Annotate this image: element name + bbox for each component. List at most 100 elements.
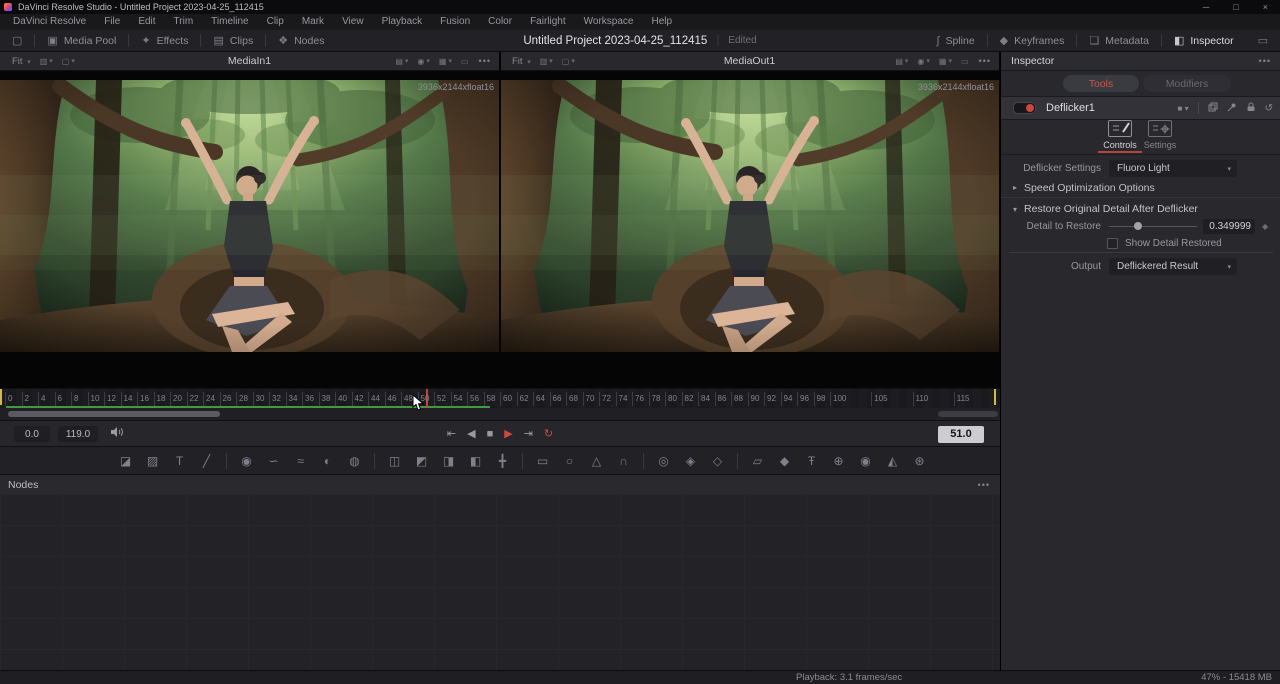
menu-clip[interactable]: Clip	[258, 14, 293, 30]
range-end-field[interactable]: 119.0	[58, 426, 98, 442]
shape-3d-tool[interactable]: ◆	[771, 454, 798, 468]
range-start-field[interactable]: 0.0	[14, 426, 50, 442]
frame-icon[interactable]: ▭	[461, 57, 469, 66]
clean-feed-button[interactable]: ▭	[1246, 30, 1280, 51]
goto-last-frame-button[interactable]: ⇥	[524, 429, 533, 440]
buffer-icon[interactable]: ▥	[40, 57, 48, 66]
keyframes-button[interactable]: ◆Keyframes	[988, 30, 1077, 51]
blur-tool[interactable]: ◍	[341, 454, 368, 468]
roi-icon[interactable]: ▤	[895, 57, 903, 66]
hue-curves-tool[interactable]: ≈	[287, 454, 314, 468]
audio-mute-icon[interactable]	[110, 425, 124, 443]
transform-tool[interactable]: ╋	[489, 454, 516, 468]
restore-detail-section[interactable]: ▾ Restore Original Detail After Deflicke…	[1001, 200, 1280, 218]
timeline-zoom-scrollbar[interactable]	[938, 411, 998, 417]
spot-light-3d-tool[interactable]: ◭	[879, 454, 906, 468]
menu-fairlight[interactable]: Fairlight	[521, 14, 575, 30]
detail-to-restore-value[interactable]: 0.349999	[1203, 219, 1255, 234]
tab-tools[interactable]: Tools	[1063, 75, 1139, 92]
goto-first-frame-button[interactable]: ⇤	[447, 429, 456, 440]
play-button[interactable]: ▶	[504, 429, 512, 440]
menu-trim[interactable]: Trim	[165, 14, 203, 30]
ellipse-mask-tool[interactable]: ○	[556, 454, 583, 468]
bspline-mask-tool[interactable]: ∩	[610, 454, 637, 468]
subtab-settings[interactable]: Settings	[1141, 120, 1179, 150]
menu-help[interactable]: Help	[642, 14, 681, 30]
rectangle-mask-tool[interactable]: ▭	[529, 454, 556, 468]
subtab-controls[interactable]: Controls	[1101, 120, 1139, 150]
menu-view[interactable]: View	[333, 14, 373, 30]
planar-tracker-tool[interactable]: ◈	[677, 454, 704, 468]
image-plane-3d-tool[interactable]: ▱	[744, 454, 771, 468]
speed-optimization-section[interactable]: ▸ Speed Optimization Options	[1001, 178, 1280, 198]
roi-icon[interactable]: ▤	[395, 57, 403, 66]
text-3d-tool[interactable]: Ŧ	[798, 454, 825, 468]
media-pool-button[interactable]: ▣Media Pool	[35, 30, 128, 51]
text-plus-tool[interactable]: T	[166, 454, 193, 468]
clips-button[interactable]: ▤Clips	[201, 30, 265, 51]
brightness-contrast-tool[interactable]: ◐	[314, 454, 341, 468]
merge-3d-tool[interactable]: ⊕	[825, 454, 852, 468]
spline-button[interactable]: ∫Spline	[924, 30, 986, 51]
color-corrector-tool[interactable]: ◉	[233, 454, 260, 468]
inspector-options-menu[interactable]: •••	[1259, 56, 1271, 66]
pin-icon[interactable]	[1227, 99, 1237, 117]
background-tool[interactable]: ◪	[112, 454, 139, 468]
paint-tool[interactable]: ╱	[193, 454, 220, 468]
node-graph[interactable]: MediaIn1 AutomaticDirtRemov... Deflicker…	[0, 494, 1000, 670]
renderer-3d-tool[interactable]: ⊛	[906, 454, 933, 468]
nodes-button[interactable]: ❖Nodes	[266, 30, 336, 51]
planar-transform-tool[interactable]: ◇	[704, 454, 731, 468]
snapshot-icon[interactable]: ▢	[62, 57, 70, 66]
tracker-tool[interactable]: ◎	[650, 454, 677, 468]
color-curves-tool[interactable]: ∽	[260, 454, 287, 468]
effects-button[interactable]: ✦Effects	[129, 30, 200, 51]
output-dropdown[interactable]: Deflickered Result ▾	[1109, 258, 1237, 275]
delta-keyer-tool[interactable]: ◧	[462, 454, 489, 468]
reset-icon[interactable]: ↺	[1265, 103, 1273, 114]
menu-edit[interactable]: Edit	[129, 14, 164, 30]
chroma-keyer-tool[interactable]: ◨	[435, 454, 462, 468]
minimize-button[interactable]: ─	[1203, 2, 1209, 12]
keyframe-diamond-icon[interactable]: ◆	[1262, 222, 1268, 231]
lut-icon[interactable]: ◉	[417, 57, 424, 66]
guides-icon[interactable]: ▦	[439, 57, 447, 66]
detail-to-restore-slider[interactable]	[1109, 218, 1197, 234]
guides-icon[interactable]: ▦	[939, 57, 947, 66]
current-frame-field[interactable]: 51.0	[938, 426, 984, 443]
menu-file[interactable]: File	[95, 14, 129, 30]
fastnoise-tool[interactable]: ▨	[139, 454, 166, 468]
camera-3d-tool[interactable]: ◉	[852, 454, 879, 468]
matte-control-tool[interactable]: ◩	[408, 454, 435, 468]
show-detail-restored-checkbox[interactable]	[1107, 238, 1118, 249]
lut-icon[interactable]: ◉	[917, 57, 924, 66]
inspector-button[interactable]: ◧Inspector	[1162, 30, 1246, 51]
menu-fusion[interactable]: Fusion	[431, 14, 479, 30]
menu-workspace[interactable]: Workspace	[575, 14, 643, 30]
timeline-scrollbar[interactable]	[8, 411, 220, 417]
close-button[interactable]: ×	[1263, 2, 1268, 12]
polygon-mask-tool[interactable]: △	[583, 454, 610, 468]
snapshot-icon[interactable]: ▢	[562, 57, 570, 66]
stop-button[interactable]: ■	[487, 429, 494, 440]
node-enable-toggle[interactable]	[1013, 102, 1036, 114]
timeline-ruler[interactable]: 0246810121416182022242628303234363840424…	[0, 388, 1000, 409]
slider-handle[interactable]	[1134, 222, 1142, 230]
viewer-left-zoom-dropdown[interactable]: Fit ▾	[12, 56, 31, 67]
deflicker-settings-dropdown[interactable]: Fluoro Light ▾	[1109, 160, 1237, 177]
nodes-options-menu[interactable]: •••	[978, 480, 990, 490]
lock-icon[interactable]	[1246, 99, 1256, 117]
loop-button[interactable]: ↻	[544, 429, 553, 440]
menu-timeline[interactable]: Timeline	[202, 14, 257, 30]
viewer-right-zoom-dropdown[interactable]: Fit ▾	[512, 56, 531, 67]
menu-color[interactable]: Color	[479, 14, 521, 30]
viewer-options-menu[interactable]: •••	[479, 56, 491, 66]
tab-modifiers[interactable]: Modifiers	[1143, 75, 1231, 92]
metadata-button[interactable]: ❏Metadata	[1077, 30, 1161, 51]
play-reverse-button[interactable]: ◀	[467, 429, 475, 440]
menu-mark[interactable]: Mark	[293, 14, 333, 30]
maximize-button[interactable]: □	[1233, 2, 1238, 12]
merge-tool[interactable]: ◫	[381, 454, 408, 468]
buffer-icon[interactable]: ▥	[540, 57, 548, 66]
version-icon[interactable]: ■ ▾	[1178, 104, 1189, 113]
